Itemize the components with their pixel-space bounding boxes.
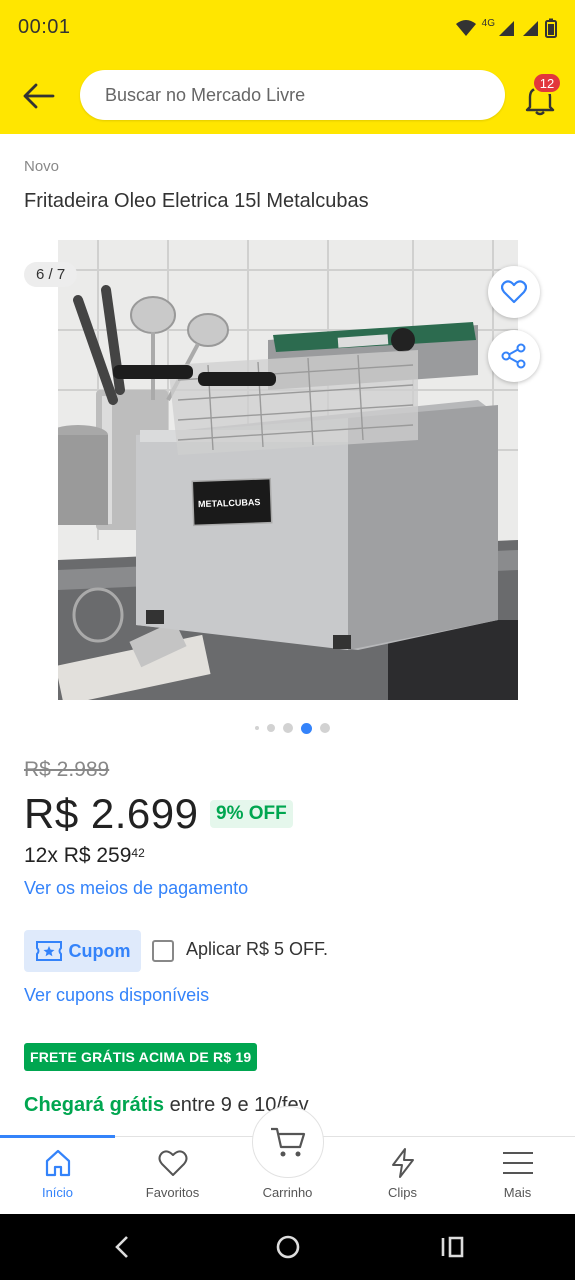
- product-image[interactable]: METALCUBAS: [58, 240, 518, 700]
- carousel-dot: [283, 723, 293, 733]
- nav-clips[interactable]: Clips: [345, 1137, 460, 1215]
- product-gallery[interactable]: METALCUBAS 6 / 7: [0, 232, 575, 707]
- back-button[interactable]: [18, 76, 60, 116]
- favorite-button[interactable]: [488, 266, 540, 318]
- carousel-dot: [267, 724, 275, 732]
- system-back-button[interactable]: [102, 1232, 142, 1262]
- nav-cart[interactable]: [252, 1106, 324, 1178]
- circle-home-icon: [276, 1235, 300, 1259]
- discount-badge: 9% OFF: [210, 800, 293, 828]
- original-price: R$ 2.989: [24, 758, 110, 781]
- chevron-left-icon: [115, 1236, 128, 1258]
- product-title: Fritadeira Oleo Eletrica 15l Metalcubas: [24, 190, 369, 212]
- system-navigation-bar: [0, 1214, 575, 1280]
- carousel-dot-active: [301, 722, 312, 734]
- carousel-dot: [255, 726, 259, 730]
- image-counter: 6 / 7: [24, 262, 78, 287]
- current-price: R$ 2.699: [24, 790, 199, 837]
- arrival-free-label: Chegará grátis: [24, 1094, 165, 1116]
- top-header: 00:01 4G 12: [0, 0, 575, 134]
- arrow-left-icon: [23, 83, 55, 109]
- menu-icon: [502, 1152, 533, 1174]
- nav-home-label: Início: [41, 1185, 74, 1200]
- coupon-star-icon: [35, 941, 62, 961]
- recents-icon: [441, 1236, 464, 1258]
- nav-favorites[interactable]: Favoritos: [115, 1137, 230, 1215]
- nav-cart-label[interactable]: Carrinho: [230, 1185, 345, 1200]
- fryer-photo: METALCUBAS: [58, 240, 518, 700]
- free-shipping-badge: FRETE GRÁTIS ACIMA DE R$ 19: [24, 1043, 258, 1071]
- available-coupons-link[interactable]: Ver cupons disponíveis: [24, 985, 209, 1006]
- coupon-tag[interactable]: Cupom: [24, 930, 141, 972]
- nav-favorites-label: Favoritos: [145, 1185, 200, 1200]
- share-icon: [501, 343, 526, 369]
- wifi-icon: [455, 20, 476, 36]
- battery-icon: [545, 18, 557, 38]
- carousel-dot: [320, 723, 330, 733]
- status-bar: 00:01 4G: [0, 0, 575, 56]
- search-bar[interactable]: [80, 70, 505, 120]
- installments-amount: 12x R$ 259: [24, 844, 132, 867]
- status-icons: 4G: [455, 16, 557, 40]
- nav-more-label: Mais: [503, 1185, 532, 1200]
- network-type-label: 4G: [481, 17, 495, 29]
- heart-icon: [158, 1150, 187, 1176]
- nav-clips-label: Clips: [388, 1185, 417, 1200]
- payment-methods-link[interactable]: Ver os meios de pagamento: [24, 878, 248, 899]
- nav-home[interactable]: Início: [0, 1137, 115, 1215]
- status-time: 00:01: [18, 16, 71, 38]
- bolt-icon: [391, 1148, 414, 1178]
- cart-icon: [271, 1127, 306, 1157]
- installments: 12x R$ 25942: [24, 844, 145, 868]
- apply-coupon-checkbox[interactable]: [152, 940, 174, 962]
- product-condition: Novo: [24, 158, 60, 175]
- share-button[interactable]: [488, 330, 540, 382]
- search-input[interactable]: [105, 84, 465, 106]
- coupon-label: Cupom: [68, 940, 131, 961]
- notifications-button[interactable]: 12: [520, 72, 562, 116]
- installments-cents: 42: [131, 846, 145, 860]
- home-icon: [45, 1149, 70, 1177]
- heart-icon: [501, 280, 527, 304]
- system-recents-button[interactable]: [433, 1232, 473, 1262]
- system-home-button[interactable]: [268, 1232, 308, 1262]
- carousel-indicator: [0, 718, 575, 738]
- apply-coupon-label[interactable]: Aplicar R$ 5 OFF.: [186, 939, 328, 960]
- notification-count-badge: 12: [532, 72, 562, 94]
- nav-more[interactable]: Mais: [460, 1137, 575, 1215]
- signal-icon: [499, 21, 514, 36]
- signal-icon-secondary: [523, 21, 538, 36]
